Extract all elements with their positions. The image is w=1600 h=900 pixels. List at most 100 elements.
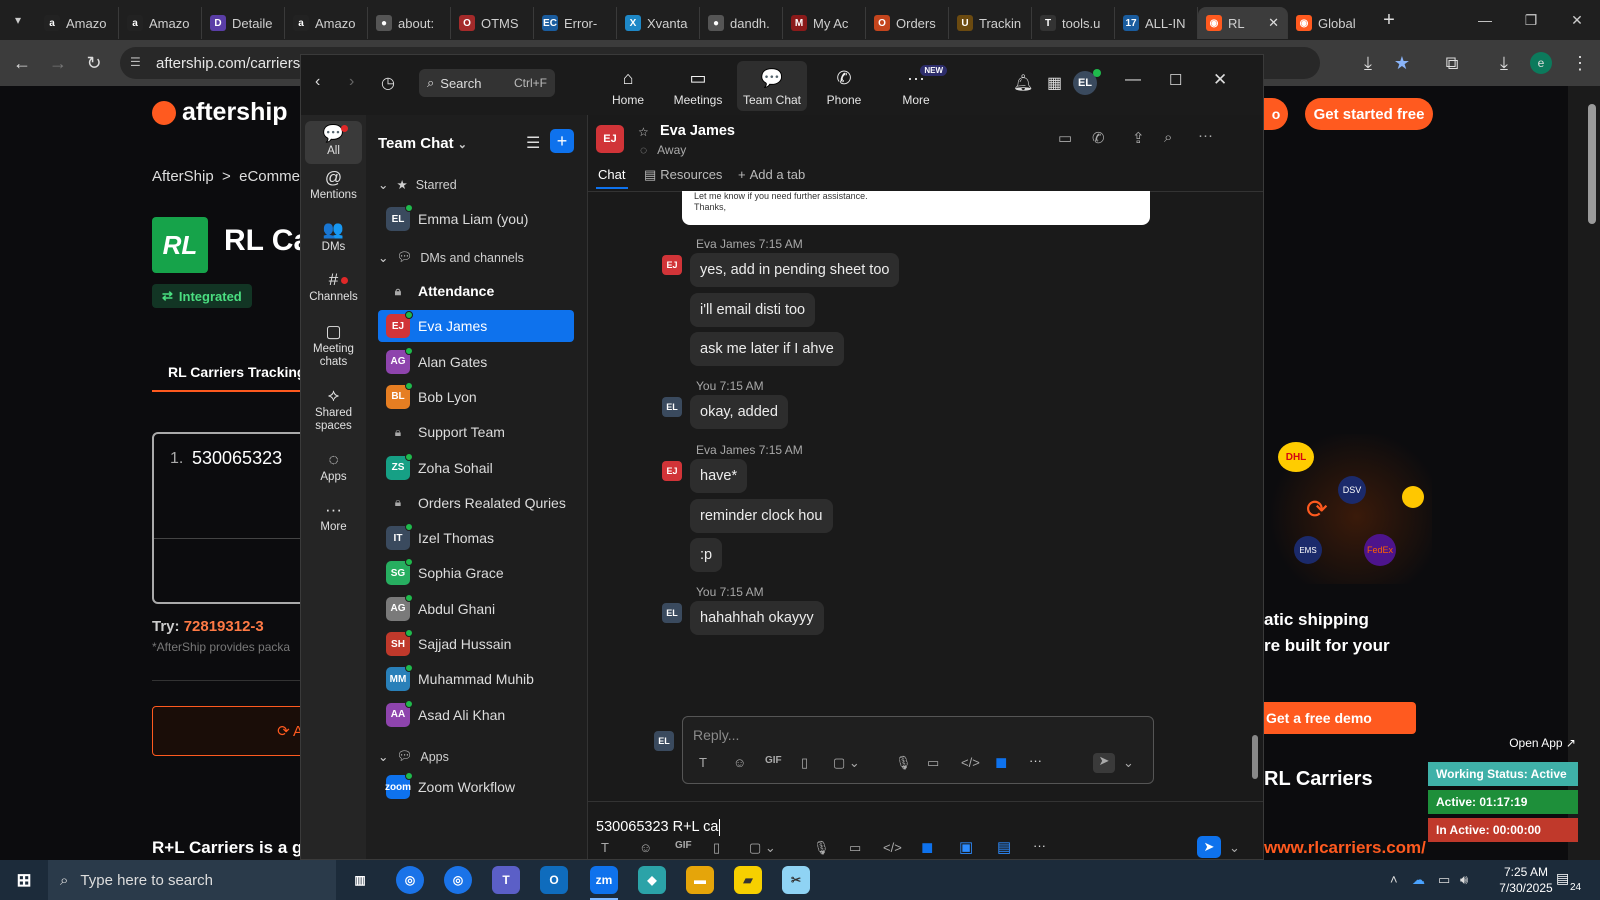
bookmark-star-icon[interactable]: ★	[1390, 51, 1414, 75]
chat-list-item[interactable]: ZS Zoha Sohail	[378, 452, 574, 484]
notifications-bell-icon[interactable]: 🔔︎	[1013, 73, 1033, 93]
message-bubble[interactable]: hahahhah okayyy	[690, 601, 824, 635]
zoom-back-icon[interactable]: ‹	[315, 73, 320, 91]
star-outline-icon[interactable]: ☆	[638, 125, 649, 139]
chat-list-item[interactable]: 🔒︎ Attendance	[378, 275, 574, 307]
message-bubble[interactable]: ask me later if I ahve	[690, 332, 844, 366]
send-message-icon[interactable]: ➤	[1197, 836, 1221, 858]
message-avatar[interactable]: EL	[662, 603, 682, 623]
format-text-icon[interactable]: T	[601, 840, 609, 855]
browser-tab[interactable]: ● dandh.	[700, 7, 783, 39]
downloads-icon[interactable]: ⤓	[1492, 51, 1516, 75]
teams-icon[interactable]: T	[492, 866, 520, 894]
gif-icon[interactable]: GIF	[765, 755, 782, 766]
format-text-icon[interactable]: T	[699, 755, 707, 770]
chat-header-avatar[interactable]: EJ	[596, 125, 624, 153]
browser-restore-icon[interactable]: ❐	[1508, 0, 1554, 40]
nav-phone[interactable]: ✆ Phone	[809, 61, 879, 111]
screenshot-icon[interactable]: ▢ ⌄	[749, 840, 776, 856]
code-snippet-icon[interactable]: </>	[961, 755, 980, 770]
chat-list-item[interactable]: zoom Zoom Workflow	[378, 771, 574, 803]
chat-list-item[interactable]: SG Sophia Grace	[378, 557, 574, 589]
chat-list-item[interactable]: AA Asad Ali Khan	[378, 699, 574, 731]
message-bubble[interactable]: okay, added	[690, 395, 788, 429]
video-call-icon[interactable]: ▭	[1058, 129, 1072, 147]
rail-shared-spaces[interactable]: ⟡ Shared spaces	[305, 387, 362, 433]
video-message-icon[interactable]: ▭	[927, 755, 939, 771]
message-bubble[interactable]: yes, add in pending sheet too	[690, 253, 900, 287]
chat-header-name[interactable]: Eva James	[660, 123, 735, 139]
rail-apps[interactable]: ◌ Apps	[305, 451, 362, 484]
browser-close-icon[interactable]: ✕	[1554, 0, 1600, 40]
chat-list-item[interactable]: 🔒︎ Orders Realated Quries	[378, 487, 574, 519]
chat-tab-chat[interactable]: Chat	[598, 167, 625, 182]
message-bubble[interactable]: i'll email disti too	[690, 292, 816, 327]
share-screen-icon[interactable]: ⇪	[1132, 129, 1145, 147]
try-number-link[interactable]: 72819312-3	[184, 618, 264, 635]
chat-list-item[interactable]: MM Muhammad Muhib	[378, 663, 574, 695]
message-avatar[interactable]: EJ	[662, 461, 682, 481]
rail-channels[interactable]: # Channels	[305, 271, 362, 304]
login-button[interactable]: o	[1264, 98, 1288, 130]
sender-name[interactable]: You	[696, 585, 716, 599]
browser-tab[interactable]: U Trackin	[949, 7, 1032, 39]
browser-tab[interactable]: O Orders	[866, 7, 949, 39]
chat-list-item[interactable]: EL Emma Liam (you)	[378, 203, 574, 235]
sticky-notes-icon[interactable]: ▰	[734, 866, 762, 894]
message-avatar[interactable]: EL	[662, 397, 682, 417]
open-app-link[interactable]: Open App ↗	[1509, 736, 1576, 750]
zoom-app-icon[interactable]: ◼	[921, 838, 933, 856]
phone-call-icon[interactable]: ✆	[1092, 129, 1105, 147]
video-message-icon[interactable]: ▭	[849, 840, 861, 856]
app-icon[interactable]: ◆	[638, 866, 666, 894]
email-screenshot-attachment[interactable]: Let me know if you need further assistan…	[682, 191, 1150, 225]
browser-tab[interactable]: X Xvanta	[617, 7, 700, 39]
message-bubble[interactable]: have*	[690, 459, 748, 493]
nav-team-chat[interactable]: 💬 Team Chat	[737, 61, 807, 111]
chat-list-item[interactable]: SH Sajjad Hussain	[378, 628, 574, 660]
calendar-icon[interactable]: ▦	[1047, 73, 1062, 93]
chat-list-item[interactable]: AG Alan Gates	[378, 346, 574, 378]
extensions-icon[interactable]: ⧉	[1440, 51, 1464, 75]
browser-tab-active[interactable]: ◉ RL ✕	[1198, 7, 1288, 39]
chrome-profile-icon[interactable]: ◎	[444, 866, 472, 894]
section-apps[interactable]: ⌄ 💬︎ Apps	[378, 749, 449, 764]
gif-icon[interactable]: GIF	[675, 840, 692, 851]
rail-meeting-chats[interactable]: ▢ Meeting chats	[305, 323, 362, 369]
taskbar-search[interactable]: ⌕ Type here to search	[48, 860, 336, 900]
file-explorer-icon[interactable]: ▬	[686, 866, 714, 894]
forward-arrow-icon[interactable]: →	[46, 51, 70, 75]
taskbar-clock[interactable]: 7:25 AM 7/30/2025	[1486, 864, 1566, 896]
browser-tab[interactable]: M My Ac	[783, 7, 866, 39]
onedrive-icon[interactable]: ☁	[1412, 872, 1425, 888]
browser-tab[interactable]: D Detaile	[202, 7, 285, 39]
screenshot-icon[interactable]: ▢ ⌄	[833, 755, 860, 771]
show-hidden-icons[interactable]: ˄	[1390, 872, 1398, 887]
filter-icon[interactable]: ☰	[526, 133, 540, 153]
browser-tab[interactable]: a Amazo	[285, 7, 368, 39]
send-icon[interactable]: ➤	[1093, 753, 1115, 773]
zoom-app-icon[interactable]: ◼	[995, 753, 1007, 771]
browser-tab[interactable]: a Amazo	[119, 7, 202, 39]
chat-list-item[interactable]: IT Izel Thomas	[378, 522, 574, 554]
message-bubble[interactable]: :p	[690, 538, 723, 572]
browser-tab[interactable]: 17 ALL-IN	[1115, 7, 1198, 39]
chrome-icon[interactable]: ◎	[396, 866, 424, 894]
add-tab-button[interactable]: + Add a tab	[738, 167, 805, 182]
section-dms-channels[interactable]: ⌄ 💬︎ DMs and channels	[378, 250, 524, 265]
tab-search-chevron-icon[interactable]: ▾	[0, 0, 36, 40]
chat-list-item[interactable]: EJ Eva James	[378, 310, 574, 343]
more-options-icon[interactable]: ···	[1033, 838, 1046, 853]
rail-dms[interactable]: 👥 DMs	[305, 221, 362, 254]
thread-reply-box[interactable]: Reply... T ☺ GIF ▯ ▢ ⌄ 🎙︎ ▭ </> ◼ ··· ➤ …	[682, 716, 1154, 784]
install-app-icon[interactable]: ⤓	[1356, 51, 1380, 75]
breadcrumb[interactable]: AfterShip > eCommer	[152, 168, 305, 185]
browser-menu-icon[interactable]: ⋮	[1568, 51, 1592, 75]
more-options-icon[interactable]: ···	[1198, 127, 1213, 144]
aftership-logo[interactable]: aftership	[152, 98, 288, 127]
zoom-forward-icon[interactable]: ›	[349, 73, 354, 91]
chat-list-item[interactable]: AG Abdul Ghani	[378, 593, 574, 625]
message-bubble[interactable]: reminder clock hou	[690, 498, 833, 533]
close-tab-icon[interactable]: ✕	[1268, 15, 1279, 31]
history-icon[interactable]: ◷	[381, 73, 395, 93]
